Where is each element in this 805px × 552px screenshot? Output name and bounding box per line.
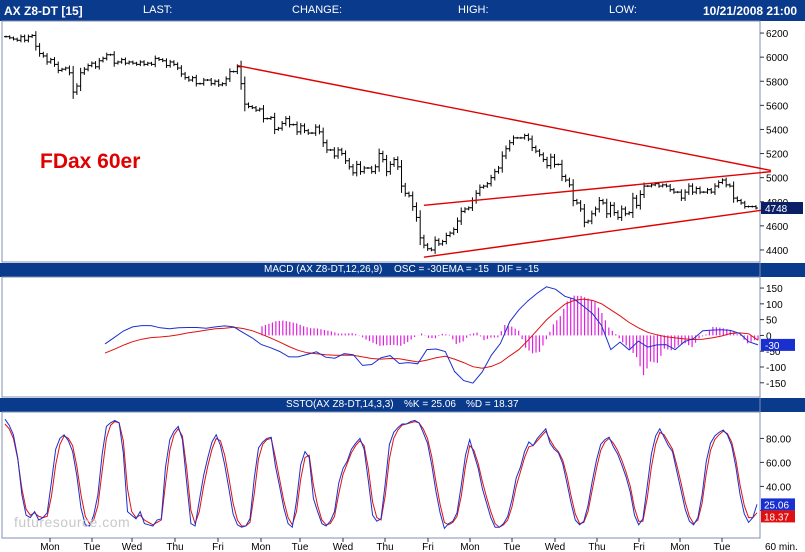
x-tick-label: Fri bbox=[212, 542, 224, 552]
price-panel bbox=[4, 31, 772, 258]
x-tick-label: Tue bbox=[504, 542, 521, 552]
trendline bbox=[423, 208, 772, 258]
macd-tick-label: -150 bbox=[766, 379, 786, 390]
watermark: futuresource.com bbox=[14, 514, 131, 530]
x-tick-label: Mon bbox=[670, 542, 689, 552]
x-tick-label: Fri bbox=[422, 542, 434, 552]
price-tick-label: 5800 bbox=[766, 77, 789, 88]
macd-osc-line bbox=[104, 286, 759, 384]
price-tick-label: 6200 bbox=[766, 29, 789, 40]
chart-canvas: 6200600058005600540052005000480046004400… bbox=[1, 20, 803, 552]
price-tick-label: 6000 bbox=[766, 53, 789, 64]
x-tick-label: Thu bbox=[588, 542, 605, 552]
price-tick-label: 5200 bbox=[766, 150, 789, 161]
macd-panel bbox=[104, 286, 759, 384]
x-tick-label: Mon bbox=[40, 542, 59, 552]
macd-tick-label: -100 bbox=[766, 363, 786, 374]
x-tick-label: Thu bbox=[166, 542, 183, 552]
macd-ema-line bbox=[104, 298, 759, 369]
x-tick-label: Thu bbox=[376, 542, 393, 552]
price-tick-label: 5400 bbox=[766, 125, 789, 136]
x-tick-label: Tue bbox=[714, 542, 731, 552]
macd-tick-label: 150 bbox=[766, 284, 783, 295]
grid-layer bbox=[1, 20, 761, 539]
price-last-label: 4748 bbox=[765, 204, 788, 215]
macd-tick-label: 100 bbox=[766, 300, 783, 311]
trendline bbox=[423, 170, 771, 207]
x-tick-label: Wed bbox=[122, 542, 142, 552]
price-tick-label: 4400 bbox=[766, 246, 789, 257]
x-tick-label: Mon bbox=[251, 542, 270, 552]
ssto-tick-label: 40.00 bbox=[766, 482, 791, 493]
trendline bbox=[237, 64, 772, 172]
ssto-panel bbox=[4, 418, 758, 530]
price-tick-label: 4600 bbox=[766, 222, 789, 233]
x-tick-label: Wed bbox=[333, 542, 353, 552]
ssto-tick-label: 60.00 bbox=[766, 458, 791, 469]
macd-last-label: -30 bbox=[765, 341, 780, 352]
ssto-d-last-label: 18.37 bbox=[764, 512, 789, 523]
ssto-k-line bbox=[4, 418, 758, 530]
x-tick-label: Tue bbox=[292, 542, 309, 552]
x-tick-label: Mon bbox=[460, 542, 479, 552]
x-tick-label: Tue bbox=[84, 542, 101, 552]
chart-annotation: FDax 60er bbox=[40, 150, 140, 173]
axis-layer: 6200600058005600540052005000480046004400… bbox=[40, 29, 803, 552]
x-unit-label: 60 min. bbox=[765, 542, 798, 552]
ssto-tick-label: 80.00 bbox=[766, 434, 791, 445]
x-tick-label: Fri bbox=[633, 542, 645, 552]
price-tick-label: 5000 bbox=[766, 174, 789, 185]
ssto-k-last-label: 25.06 bbox=[764, 500, 789, 511]
macd-tick-label: 50 bbox=[766, 316, 778, 327]
price-tick-label: 5600 bbox=[766, 101, 789, 112]
x-tick-label: Wed bbox=[545, 542, 565, 552]
